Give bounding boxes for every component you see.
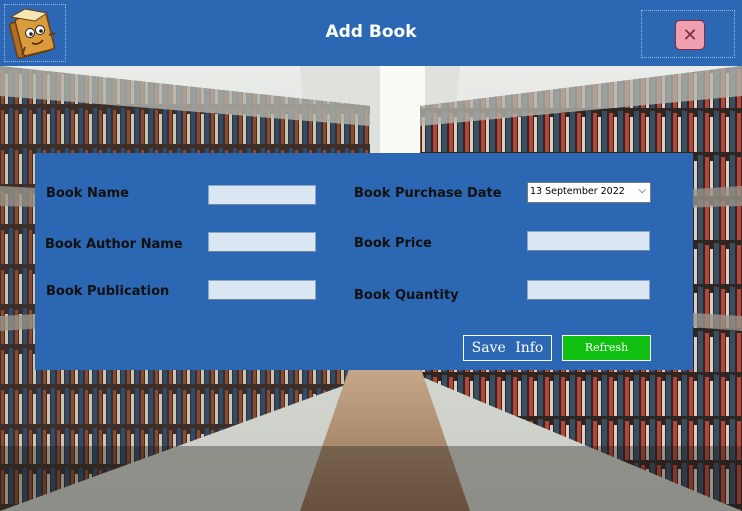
book-price-label: Book Price — [354, 236, 432, 251]
book-price-input[interactable] — [527, 231, 650, 251]
window-title: Add Book — [325, 22, 417, 42]
purchase-date-picker[interactable]: 13 September 2022 ⌵ — [527, 182, 651, 203]
close-icon: ✕ — [682, 24, 698, 46]
purchase-date-value: 13 September 2022 — [530, 186, 625, 197]
close-button[interactable]: ✕ — [675, 20, 705, 50]
book-quantity-label: Book Quantity — [354, 288, 459, 303]
save-info-button[interactable]: Save Info — [463, 335, 552, 361]
close-button-area: ✕ — [641, 10, 735, 58]
book-name-label: Book Name — [46, 186, 129, 201]
book-purchase-date-label: Book Purchase Date — [354, 186, 502, 201]
add-book-form-panel: Book Name Book Author Name Book Publicat… — [35, 153, 693, 370]
title-bar: Add Book ✕ — [0, 0, 742, 66]
refresh-button[interactable]: Refresh — [562, 335, 651, 361]
book-publication-label: Book Publication — [46, 284, 170, 299]
book-publication-input[interactable] — [208, 280, 316, 300]
book-author-name-label: Book Author Name — [45, 237, 183, 252]
book-name-input[interactable] — [208, 185, 316, 205]
chevron-down-icon[interactable]: ⌵ — [638, 185, 646, 196]
book-quantity-input[interactable] — [527, 280, 650, 300]
book-author-name-input[interactable] — [208, 232, 316, 252]
